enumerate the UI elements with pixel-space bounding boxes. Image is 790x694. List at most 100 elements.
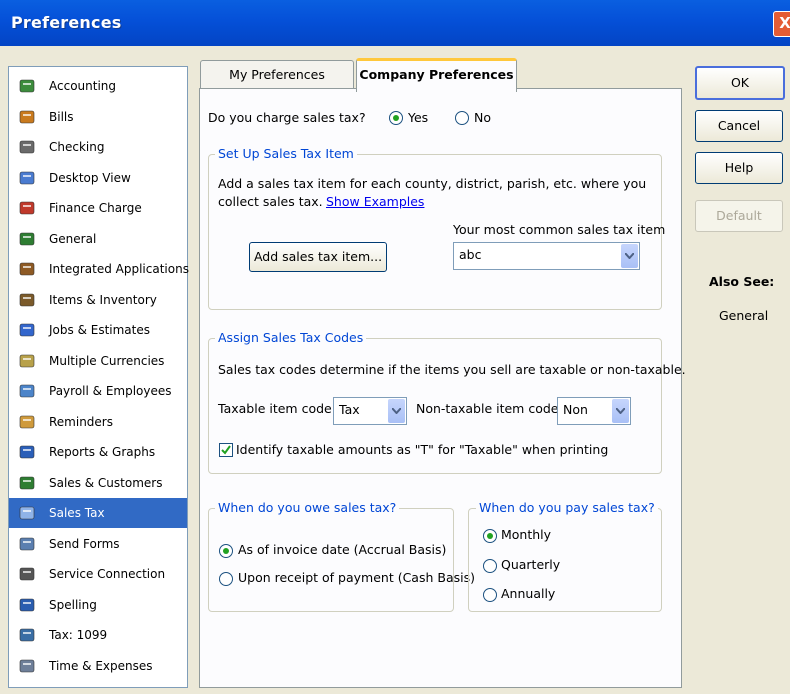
- non-taxable-item-code-value: Non: [563, 402, 588, 417]
- time-expenses-icon: [19, 658, 35, 674]
- sidebar-item-service-connection[interactable]: Service Connection: [9, 559, 187, 589]
- sidebar-item-general[interactable]: General: [9, 224, 187, 254]
- owe-cash-label[interactable]: Upon receipt of payment (Cash Basis): [238, 570, 475, 585]
- sidebar-item-finance-charge[interactable]: Finance Charge: [9, 193, 187, 223]
- sidebar-item-items-inventory[interactable]: Items & Inventory: [9, 285, 187, 315]
- desktop-view-icon: [19, 170, 35, 186]
- add-sales-tax-item-button[interactable]: Add sales tax item...: [249, 242, 387, 272]
- accounting-icon: [19, 78, 35, 94]
- spelling-icon: [19, 597, 35, 613]
- sidebar-item-integrated-applications[interactable]: Integrated Applications: [9, 254, 189, 284]
- codes-group-legend: Assign Sales Tax Codes: [215, 330, 367, 345]
- sidebar-item-reports-graphs[interactable]: Reports & Graphs: [9, 437, 187, 467]
- also-see-general-link[interactable]: General: [719, 308, 768, 323]
- setup-description-2: collect sales tax.: [218, 194, 323, 209]
- window-title: Preferences: [11, 13, 122, 32]
- sidebar-item-label: Time & Expenses: [49, 658, 153, 673]
- bills-icon: [19, 109, 35, 125]
- identify-taxable-checkbox[interactable]: [219, 443, 233, 457]
- tab-company-preferences[interactable]: Company Preferences: [356, 58, 517, 92]
- items-inventory-icon: [19, 292, 35, 308]
- owe-accrual-label[interactable]: As of invoice date (Accrual Basis): [238, 542, 446, 557]
- charge-sales-tax-question: Do you charge sales tax?: [208, 110, 366, 125]
- sidebar-item-label: Spelling: [49, 597, 97, 612]
- chevron-down-icon[interactable]: [388, 399, 405, 423]
- jobs-estimates-icon: [19, 322, 35, 338]
- sidebar-item-reminders[interactable]: Reminders: [9, 407, 187, 437]
- non-taxable-item-code-label: Non-taxable item code: [416, 401, 559, 416]
- checkmark-icon: [221, 445, 231, 455]
- charge-no-label[interactable]: No: [474, 110, 491, 125]
- sidebar-item-jobs-estimates[interactable]: Jobs & Estimates: [9, 315, 187, 345]
- sidebar-item-time-expenses[interactable]: Time & Expenses: [9, 651, 187, 681]
- sidebar-item-send-forms[interactable]: Send Forms: [9, 529, 187, 559]
- title-bar[interactable]: Preferences X: [0, 0, 790, 46]
- sidebar-item-desktop-view[interactable]: Desktop View: [9, 163, 187, 193]
- sidebar-item-label: Payroll & Employees: [49, 384, 172, 398]
- owe-accrual-radio[interactable]: [219, 544, 233, 558]
- sidebar-item-label: Integrated Applications: [49, 262, 189, 276]
- owe-sales-tax-group: [208, 508, 454, 612]
- pay-monthly-radio[interactable]: [483, 529, 497, 543]
- sidebar-item-bills[interactable]: Bills: [9, 102, 187, 132]
- taxable-item-code-value: Tax: [339, 402, 360, 417]
- cancel-button[interactable]: Cancel: [695, 110, 783, 142]
- sidebar-item-multiple-currencies[interactable]: Multiple Currencies: [9, 346, 187, 376]
- sidebar-item-payroll-employees[interactable]: Payroll & Employees: [9, 376, 187, 406]
- chevron-down-icon[interactable]: [612, 399, 629, 423]
- sidebar-item-label: Jobs & Estimates: [49, 323, 150, 337]
- pay-annually-radio[interactable]: [483, 588, 497, 602]
- sidebar-item-accounting[interactable]: Accounting: [9, 71, 187, 101]
- sidebar-item-label: Items & Inventory: [49, 292, 157, 307]
- sidebar-item-sales-tax[interactable]: Sales Tax: [9, 498, 187, 528]
- sidebar-item-spelling[interactable]: Spelling: [9, 590, 187, 620]
- sidebar-item-label: Multiple Currencies: [49, 353, 165, 368]
- tab-my-preferences[interactable]: My Preferences: [200, 60, 354, 89]
- owe-cash-radio[interactable]: [219, 572, 233, 586]
- sidebar-item-label: Checking: [49, 140, 105, 154]
- sidebar-item-label: General: [49, 231, 97, 246]
- preferences-category-list[interactable]: Accounting Bills Checking Desktop View Finan…: [8, 66, 189, 688]
- sales-tax-icon: [19, 505, 35, 521]
- charge-yes-label[interactable]: Yes: [408, 110, 428, 125]
- pay-quarterly-label[interactable]: Quarterly: [501, 557, 560, 572]
- close-button[interactable]: X: [773, 11, 790, 37]
- send-forms-icon: [19, 536, 35, 552]
- taxable-item-code-dropdown[interactable]: Tax: [333, 397, 407, 425]
- show-examples-link[interactable]: Show Examples: [326, 194, 424, 209]
- chevron-down-icon[interactable]: [621, 244, 638, 268]
- pay-annually-label[interactable]: Annually: [501, 586, 555, 601]
- common-tax-item-dropdown[interactable]: abc: [453, 242, 640, 270]
- reminders-icon: [19, 414, 35, 430]
- checking-icon: [19, 139, 35, 155]
- payroll-employees-icon: [19, 383, 35, 399]
- sidebar-item-label: Sales & Customers: [49, 475, 163, 490]
- common-tax-item-value: abc: [459, 247, 482, 262]
- sidebar-item-label: Tax: 1099: [49, 628, 108, 642]
- sidebar-item-label: Reports & Graphs: [49, 445, 156, 459]
- also-see-heading: Also See:: [709, 274, 775, 289]
- common-tax-item-label: Your most common sales tax item: [453, 222, 666, 237]
- setup-description: Add a sales tax item for each county, di…: [218, 176, 647, 191]
- service-connection-icon: [19, 566, 35, 582]
- pay-monthly-label[interactable]: Monthly: [501, 527, 551, 542]
- multiple-currencies-icon: [19, 353, 35, 369]
- identify-taxable-label[interactable]: Identify taxable amounts as "T" for "Tax…: [236, 442, 608, 457]
- reports-graphs-icon: [19, 444, 35, 460]
- help-button[interactable]: Help: [695, 152, 783, 184]
- default-button[interactable]: Default: [695, 200, 783, 232]
- ok-button[interactable]: OK: [695, 66, 785, 100]
- pay-group-legend: When do you pay sales tax?: [476, 500, 658, 515]
- taxable-item-code-label: Taxable item code: [218, 401, 332, 416]
- non-taxable-item-code-dropdown[interactable]: Non: [557, 397, 631, 425]
- integrated-applications-icon: [19, 261, 35, 277]
- charge-no-radio[interactable]: [455, 111, 469, 125]
- charge-yes-radio[interactable]: [389, 111, 403, 125]
- pay-quarterly-radio[interactable]: [483, 559, 497, 573]
- sidebar-item-tax-1099[interactable]: Tax: 1099: [9, 620, 187, 650]
- tax-1099-icon: [19, 627, 35, 643]
- pay-sales-tax-group: [468, 508, 662, 612]
- sidebar-item-sales-customers[interactable]: Sales & Customers: [9, 468, 187, 498]
- sidebar-item-checking[interactable]: Checking: [9, 132, 187, 162]
- general-icon: [19, 231, 35, 247]
